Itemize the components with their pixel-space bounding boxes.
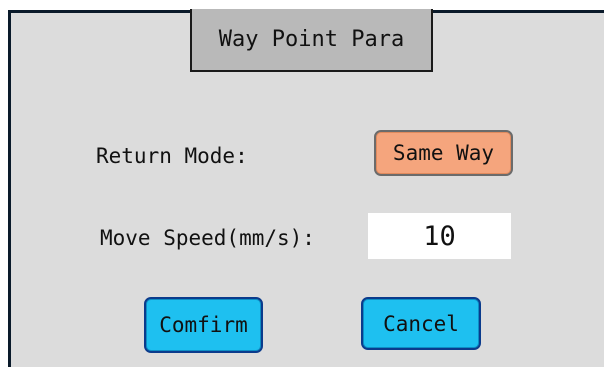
confirm-button[interactable]: Comfirm — [144, 297, 263, 353]
move-speed-label: Move Speed(mm/s): — [100, 226, 315, 250]
cancel-button[interactable]: Cancel — [361, 297, 481, 350]
return-mode-label: Return Mode: — [96, 144, 248, 168]
way-point-para-dialog: Way Point Para Return Mode: Same Way Mov… — [0, 0, 604, 367]
return-mode-button[interactable]: Same Way — [374, 130, 513, 176]
move-speed-input[interactable] — [368, 213, 511, 259]
dialog-title: Way Point Para — [190, 9, 433, 72]
